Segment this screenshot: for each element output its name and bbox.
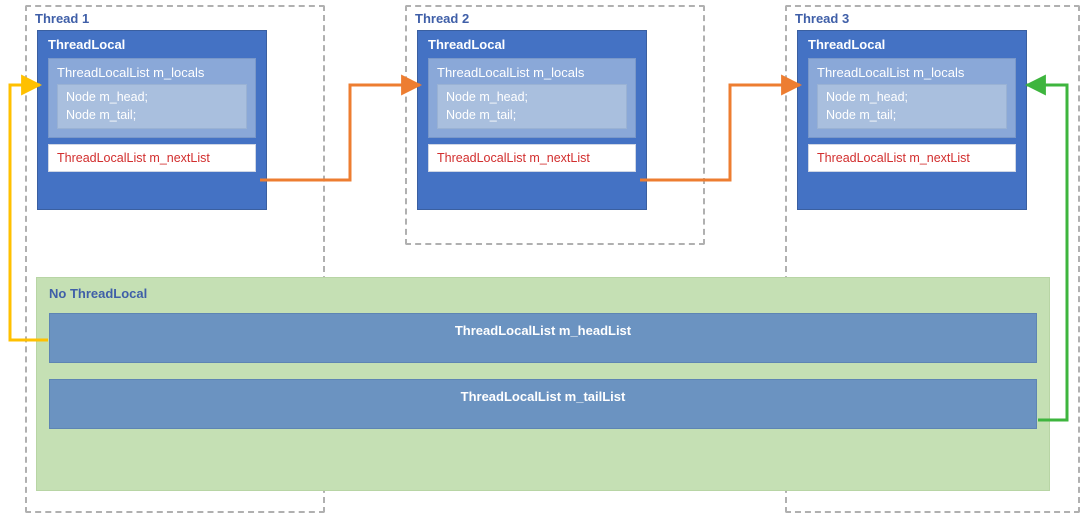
threadlocal-title-3: ThreadLocal	[798, 31, 1026, 54]
node-head-1: Node m_head;	[66, 90, 148, 104]
threadlocal-locals-title-2: ThreadLocalList m_locals	[437, 63, 627, 84]
no-threadlocal-title: No ThreadLocal	[37, 278, 1049, 307]
node-head-3: Node m_head;	[826, 90, 908, 104]
node-head-2: Node m_head;	[446, 90, 528, 104]
headlist-label: ThreadLocalList m_headList	[455, 323, 631, 338]
threadlocal-locals-1: ThreadLocalList m_locals Node m_head; No…	[48, 58, 256, 138]
threadlocal-block-2: ThreadLocal ThreadLocalList m_locals Nod…	[417, 30, 647, 210]
threadlocal-node-2: Node m_head; Node m_tail;	[437, 84, 627, 129]
threadlocal-block-3: ThreadLocal ThreadLocalList m_locals Nod…	[797, 30, 1027, 210]
threadlocal-nextlist-1: ThreadLocalList m_nextList	[48, 144, 256, 172]
threadlocal-node-3: Node m_head; Node m_tail;	[817, 84, 1007, 129]
threadlocal-block-1: ThreadLocal ThreadLocalList m_locals Nod…	[37, 30, 267, 210]
threadlocal-nextlist-2: ThreadLocalList m_nextList	[428, 144, 636, 172]
thread-title-1: Thread 1	[27, 7, 323, 30]
thread-title-3: Thread 3	[787, 7, 1078, 30]
thread-title-2: Thread 2	[407, 7, 703, 30]
threadlocal-title-1: ThreadLocal	[38, 31, 266, 54]
threadlocal-title-2: ThreadLocal	[418, 31, 646, 54]
node-tail-1: Node m_tail;	[66, 108, 136, 122]
node-tail-2: Node m_tail;	[446, 108, 516, 122]
threadlocal-locals-2: ThreadLocalList m_locals Node m_head; No…	[428, 58, 636, 138]
headlist-bar: ThreadLocalList m_headList	[49, 313, 1037, 363]
threadlocal-nextlist-3: ThreadLocalList m_nextList	[808, 144, 1016, 172]
no-threadlocal-block: No ThreadLocal ThreadLocalList m_headLis…	[36, 277, 1050, 491]
taillist-bar: ThreadLocalList m_tailList	[49, 379, 1037, 429]
threadlocal-locals-3: ThreadLocalList m_locals Node m_head; No…	[808, 58, 1016, 138]
threadlocal-locals-title-3: ThreadLocalList m_locals	[817, 63, 1007, 84]
threadlocal-node-1: Node m_head; Node m_tail;	[57, 84, 247, 129]
threadlocal-locals-title-1: ThreadLocalList m_locals	[57, 63, 247, 84]
node-tail-3: Node m_tail;	[826, 108, 896, 122]
taillist-label: ThreadLocalList m_tailList	[461, 389, 626, 404]
